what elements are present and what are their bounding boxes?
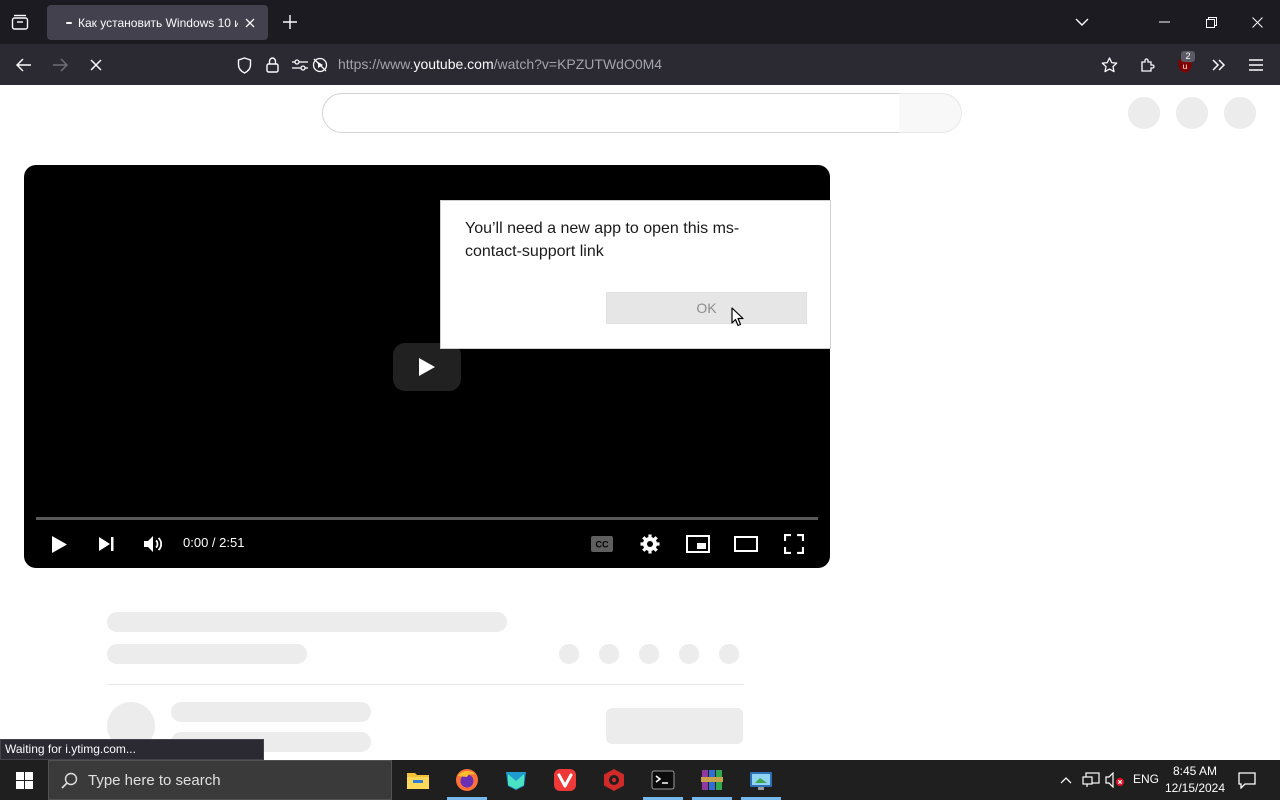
notifications-icon[interactable] [1236, 769, 1258, 791]
fullscreen-icon[interactable] [778, 528, 810, 560]
browser-tab-bar: Как установить Windows 10 и [0, 0, 1280, 44]
dialog-message: You’ll need a new app to open this ms-co… [465, 220, 740, 260]
new-tab-icon[interactable] [280, 12, 300, 32]
show-hidden-icons-chevron-icon[interactable] [1057, 771, 1075, 789]
hamburger-menu-icon[interactable] [1245, 54, 1267, 76]
network-icon[interactable] [1081, 770, 1101, 790]
skeleton-action [639, 644, 659, 664]
minimize-window-icon[interactable] [1152, 12, 1176, 32]
clock-time: 8:45 AM [1172, 764, 1218, 778]
restore-window-icon[interactable] [1199, 12, 1223, 32]
skeleton-action [559, 644, 579, 664]
url-path: /watch?v=KPZUTWdO0M4 [493, 56, 663, 72]
skeleton-channel-name [171, 702, 371, 722]
skeleton-action [599, 644, 619, 664]
skeleton-action [719, 644, 739, 664]
divider [107, 684, 744, 685]
thunderbird-app-icon[interactable] [492, 760, 540, 800]
tab-overflow-chevron-icon[interactable] [1072, 12, 1092, 32]
terminal-icon[interactable] [639, 760, 687, 800]
youtube-search-input[interactable] [322, 93, 900, 133]
stop-loading-icon[interactable] [84, 53, 108, 77]
skeleton-action [679, 644, 699, 664]
next-video-icon[interactable] [90, 528, 122, 560]
address-bar-url[interactable]: https://www.youtube.com/watch?v=KPZUTWdO… [338, 56, 662, 74]
large-play-button[interactable] [393, 343, 461, 391]
bookmark-star-icon[interactable] [1098, 54, 1120, 76]
extensions-puzzle-icon[interactable] [1137, 54, 1159, 76]
svg-text:u: u [1183, 62, 1187, 71]
search-icon [61, 772, 78, 789]
winrar-icon[interactable] [688, 760, 736, 800]
clock-date: 12/15/2024 [1164, 781, 1226, 795]
vivaldi-icon[interactable] [541, 760, 589, 800]
subtitles-cc-icon[interactable]: CC [586, 528, 618, 560]
file-explorer-icon[interactable] [394, 760, 442, 800]
play-icon[interactable] [43, 528, 75, 560]
svg-text:CC: CC [596, 540, 609, 550]
tracking-protection-shield-icon[interactable] [234, 55, 254, 75]
virtual-machine-app-icon[interactable] [737, 760, 785, 800]
tab-title: Как установить Windows 10 и [78, 15, 238, 30]
youtube-search-button[interactable] [899, 93, 962, 133]
back-arrow-icon[interactable] [12, 53, 36, 77]
mouse-cursor-icon [731, 307, 745, 327]
skeleton-subtitle [107, 644, 307, 664]
permissions-icon[interactable] [290, 55, 310, 75]
video-time: 0:00 / 2:51 [183, 535, 245, 550]
taskbar-clock[interactable]: 8:45 AM 12/15/2024 [1160, 763, 1230, 797]
skeleton-title [107, 612, 507, 632]
input-language[interactable]: ENG [1133, 772, 1159, 786]
volume-muted-icon[interactable] [1104, 770, 1126, 790]
red-hexagon-app-icon[interactable] [590, 760, 638, 800]
skeleton-subscribe-button [606, 708, 743, 744]
lock-icon[interactable] [262, 55, 282, 75]
navigation-toolbar: https://www.youtube.com/watch?v=KPZUTWdO… [0, 44, 1280, 85]
forward-arrow-icon[interactable] [48, 53, 72, 77]
overflow-chevrons-icon[interactable] [1208, 54, 1230, 76]
browser-tab-active[interactable]: Как установить Windows 10 и [47, 5, 268, 40]
skeleton-avatar [1224, 97, 1256, 129]
ok-button[interactable]: OK [606, 292, 807, 324]
skeleton-avatar [1128, 97, 1160, 129]
taskbar-search-box[interactable]: Type here to search [48, 760, 392, 800]
search-placeholder: Type here to search [88, 771, 221, 789]
firefox-icon[interactable] [443, 760, 491, 800]
skeleton-avatar [1176, 97, 1208, 129]
autoplay-blocked-icon[interactable] [310, 55, 330, 75]
browser-status-text: Waiting for i.ytimg.com... [0, 739, 264, 760]
list-all-tabs-icon[interactable] [8, 11, 32, 33]
settings-gear-icon[interactable] [634, 528, 666, 560]
url-domain: youtube.com [413, 56, 494, 72]
miniplayer-icon[interactable] [682, 528, 714, 560]
volume-icon[interactable] [137, 528, 169, 560]
theater-mode-icon[interactable] [730, 528, 762, 560]
close-window-icon[interactable] [1245, 12, 1269, 32]
extension-badge: 2 [1181, 51, 1195, 62]
windows-start-icon[interactable] [0, 760, 48, 800]
loading-favicon-icon [66, 21, 72, 24]
tab-close-icon[interactable] [243, 16, 257, 30]
video-progress-bar[interactable] [36, 517, 818, 520]
url-prefix: https://www. [338, 56, 414, 72]
